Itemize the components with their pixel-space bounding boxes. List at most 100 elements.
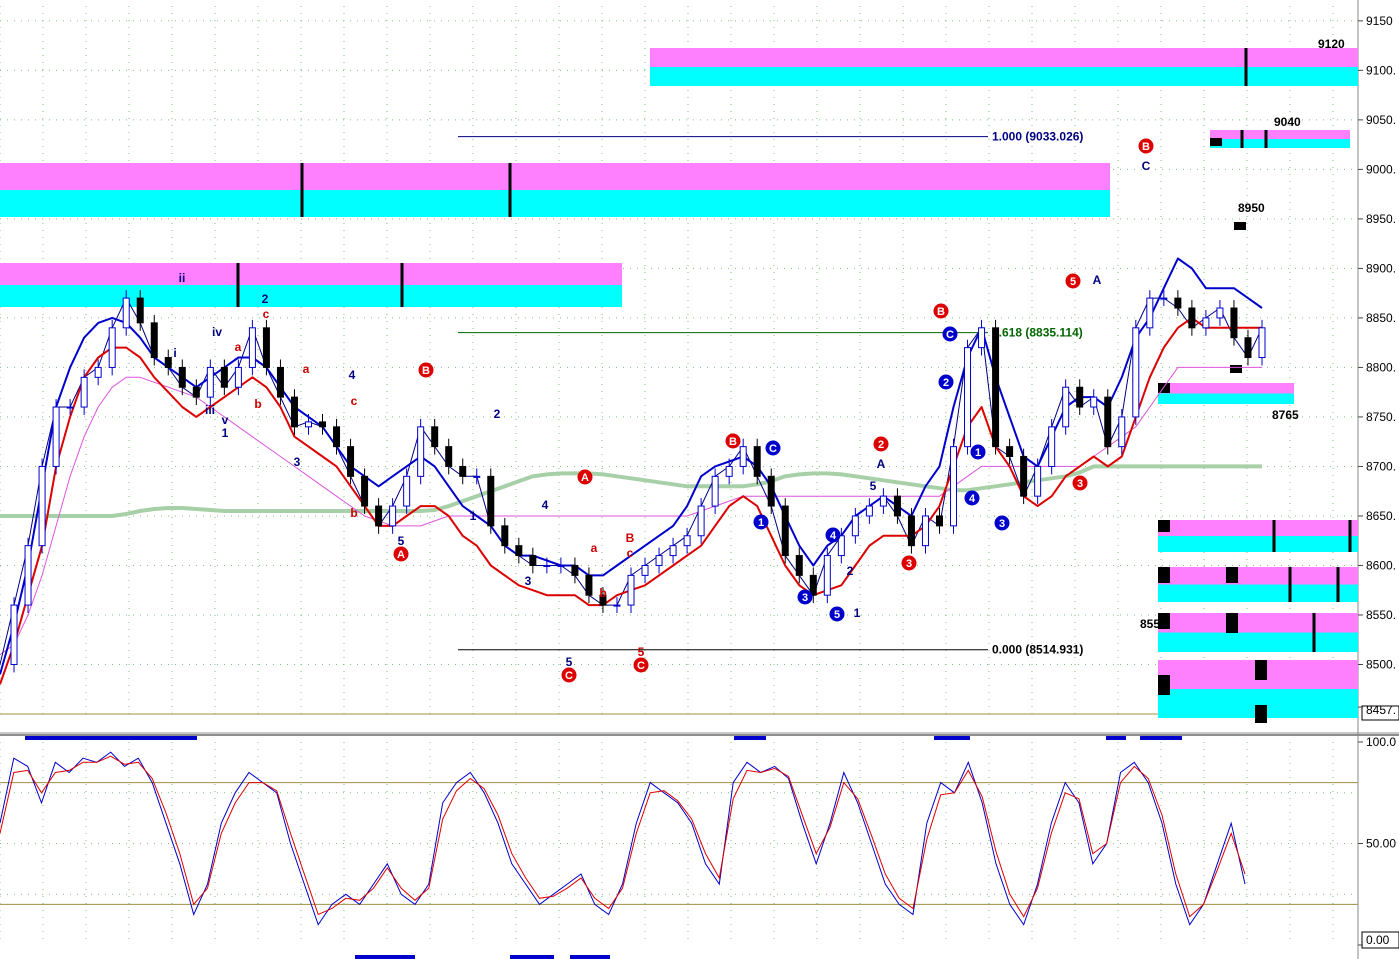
candle-body bbox=[1160, 297, 1168, 300]
wave-label: C bbox=[769, 443, 777, 455]
stochastic-tick-label: 100.0 bbox=[1366, 735, 1396, 749]
candle-body bbox=[375, 505, 383, 527]
candle-body bbox=[697, 505, 705, 537]
candle-body bbox=[38, 465, 46, 547]
price-tick-label: 8600. bbox=[1366, 558, 1396, 572]
candle-body bbox=[865, 505, 873, 517]
candle-body bbox=[1202, 317, 1210, 329]
fib-label: 0.000 (8514.931) bbox=[992, 643, 1083, 657]
wave-label: 3 bbox=[906, 558, 912, 570]
wave-label: 1 bbox=[222, 426, 229, 440]
candle-body bbox=[1244, 337, 1252, 359]
period-marker bbox=[934, 736, 970, 740]
candle-body bbox=[767, 475, 775, 507]
wave-label: b bbox=[254, 397, 261, 411]
candle-body bbox=[950, 446, 958, 527]
candle-body bbox=[1230, 307, 1238, 339]
stochastic-d-line bbox=[0, 755, 1246, 918]
candle-body bbox=[1006, 446, 1014, 458]
target-label: 8765 bbox=[1272, 408, 1299, 422]
candle-body bbox=[978, 327, 986, 349]
wave-label: A bbox=[581, 472, 589, 484]
zone-block bbox=[1158, 520, 1170, 532]
wave-label: A bbox=[1093, 273, 1102, 287]
candle-body bbox=[655, 555, 663, 566]
candle-body bbox=[66, 406, 74, 409]
zone-block bbox=[1226, 567, 1238, 583]
price-tick-label: 8650. bbox=[1366, 509, 1396, 523]
stochastic-series bbox=[0, 751, 1358, 926]
candle-body bbox=[389, 505, 397, 527]
candle-body bbox=[52, 406, 60, 467]
long-average-line bbox=[0, 464, 1262, 518]
candle-body bbox=[739, 446, 747, 467]
target-label: 9040 bbox=[1274, 115, 1301, 129]
candle-body bbox=[487, 475, 495, 527]
wave-label: 3 bbox=[802, 592, 808, 604]
wave-label: iii bbox=[205, 403, 215, 417]
candle-body bbox=[333, 426, 341, 448]
wave-label: B bbox=[626, 531, 635, 545]
wave-label: c bbox=[263, 307, 270, 321]
candle-body bbox=[964, 347, 972, 448]
wave-label: 1 bbox=[758, 517, 764, 529]
candle-body bbox=[403, 475, 411, 507]
candle-body bbox=[1118, 416, 1126, 448]
candle-body bbox=[1076, 386, 1084, 408]
candle-body bbox=[220, 366, 228, 388]
candle-body bbox=[992, 327, 1000, 448]
wave-label: 1 bbox=[854, 606, 861, 620]
wave-label: v bbox=[222, 413, 229, 427]
candle-body bbox=[290, 396, 298, 428]
zone-top-band bbox=[0, 263, 622, 285]
price-tick-label: 8900. bbox=[1366, 261, 1396, 275]
wave-label: b bbox=[599, 586, 606, 600]
wave-label: 2 bbox=[262, 292, 269, 306]
period-marker bbox=[1106, 736, 1126, 740]
price-tick-label: 8850. bbox=[1366, 311, 1396, 325]
period-marker bbox=[25, 736, 197, 740]
zone-block bbox=[1158, 383, 1170, 393]
stochastic-tick-label: 0.00 bbox=[1366, 933, 1390, 947]
period-marker bbox=[734, 736, 766, 740]
period-marker bbox=[510, 955, 554, 959]
price-tick-label: 9100. bbox=[1366, 63, 1396, 77]
zone-top-band bbox=[1158, 567, 1358, 585]
candle-body bbox=[361, 475, 369, 507]
candle-body bbox=[431, 426, 439, 448]
candle-body bbox=[473, 475, 481, 478]
candle-body bbox=[781, 505, 789, 557]
candle-body bbox=[585, 574, 593, 596]
candle-body bbox=[529, 555, 537, 566]
zone-bottom-band bbox=[650, 67, 1358, 86]
zone-bottom-band bbox=[1158, 393, 1294, 404]
candle-body bbox=[711, 475, 719, 507]
zone-block bbox=[1255, 660, 1267, 680]
candle-body bbox=[276, 366, 284, 398]
candle-body bbox=[178, 366, 186, 388]
wave-label: 5 bbox=[834, 609, 840, 621]
zone-bottom-band bbox=[1158, 584, 1358, 602]
candle-body bbox=[1020, 456, 1028, 497]
candle-body bbox=[1216, 307, 1224, 319]
zone-block bbox=[1210, 138, 1222, 146]
chart-canvas: 9120 9040 8950 8765 855 1.000 (9033.026) 0.61… bbox=[0, 0, 1399, 959]
candle-body bbox=[1062, 386, 1070, 428]
price-tick-label: 9050. bbox=[1366, 113, 1396, 127]
candle-body bbox=[24, 545, 32, 606]
wave-label: 2 bbox=[878, 439, 884, 451]
candle-body bbox=[669, 545, 677, 557]
zone-block bbox=[1230, 365, 1242, 373]
candle-body bbox=[893, 495, 901, 517]
fib-label: 0.618 (8835.114) bbox=[992, 326, 1083, 340]
price-axis: 9150 9100. 9050. 9000. 8950. 8900. 8850. 8800. 8… bbox=[1358, 14, 1399, 949]
candle-body bbox=[753, 446, 761, 477]
zone-block bbox=[1158, 567, 1170, 583]
wave-label: 5 bbox=[870, 479, 877, 493]
candle-body bbox=[1174, 297, 1182, 309]
wave-label: 1 bbox=[975, 447, 981, 459]
candle-body bbox=[1034, 465, 1042, 497]
candle-body bbox=[1090, 396, 1098, 408]
candle-body bbox=[445, 446, 453, 467]
wave-label: 3 bbox=[294, 455, 301, 469]
